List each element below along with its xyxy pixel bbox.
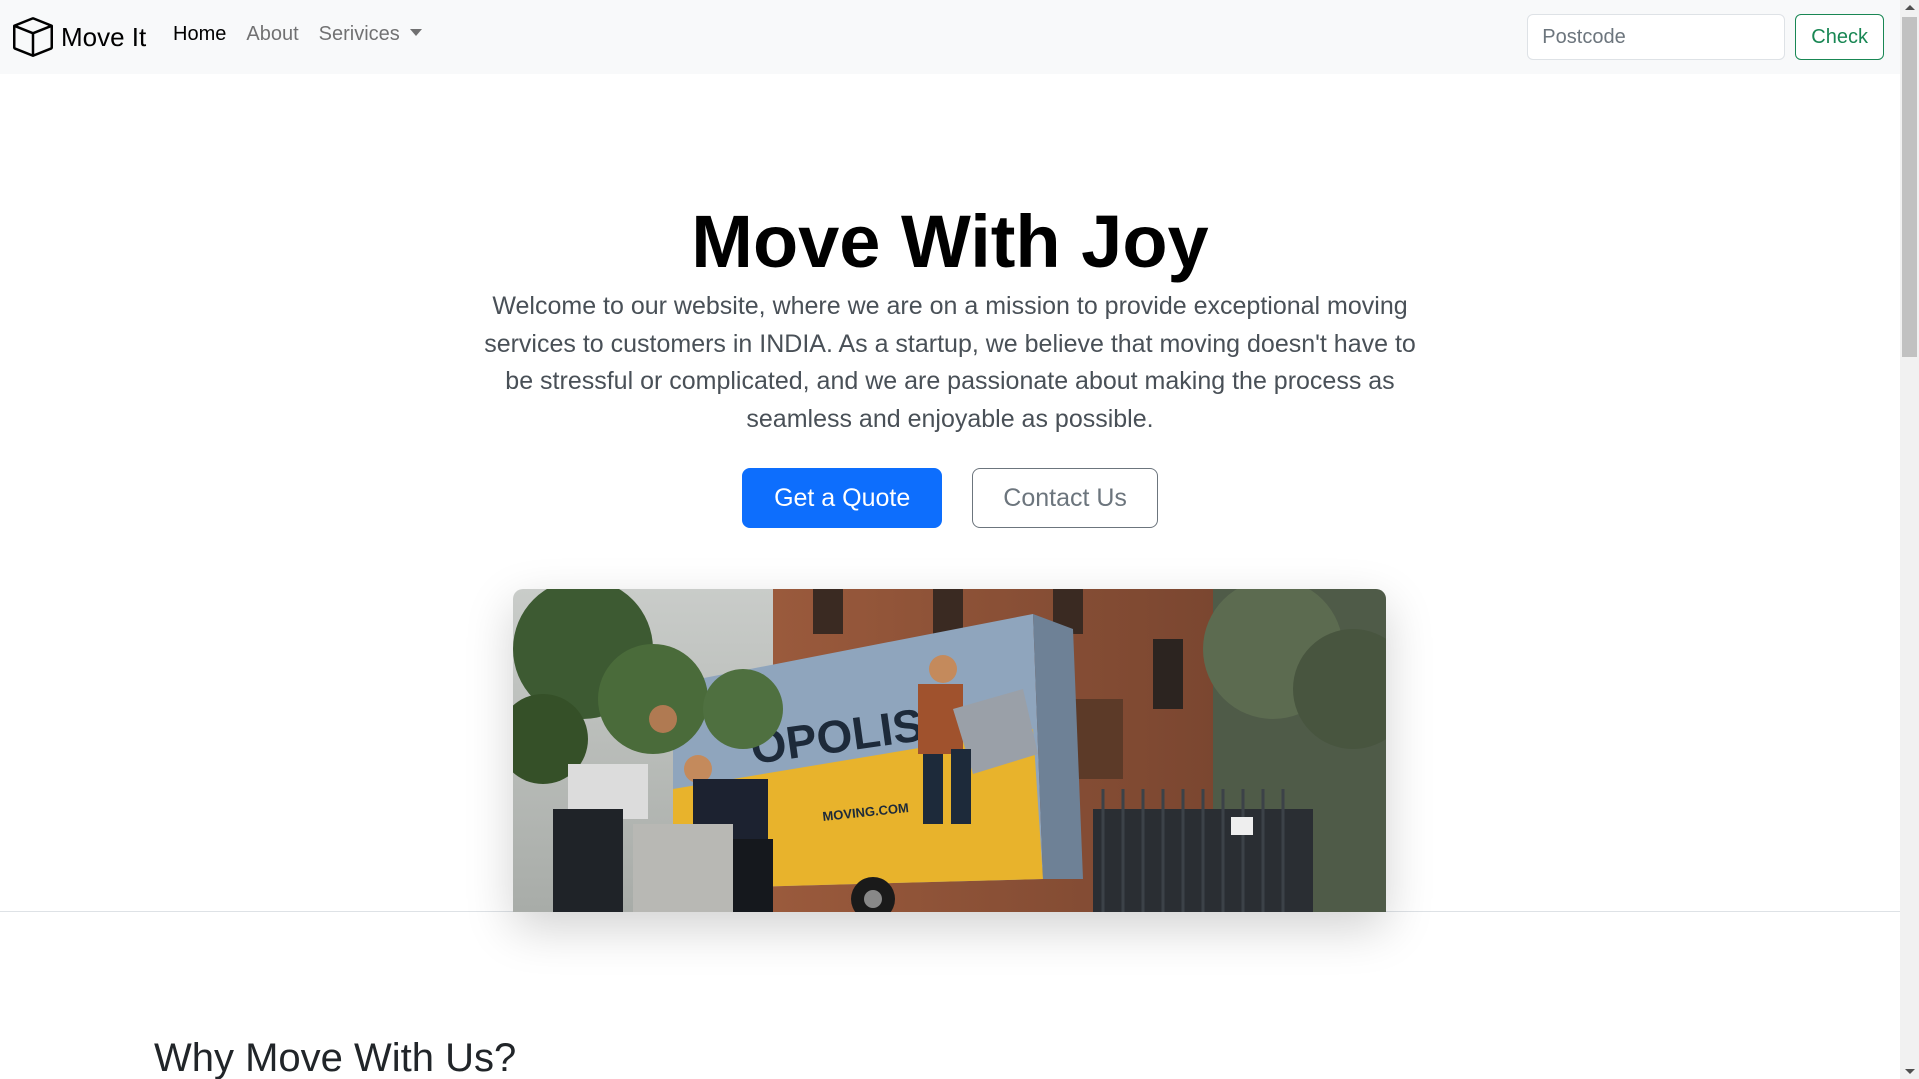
why-section-title: Why Move With Us? [154, 1036, 517, 1079]
nav-about-link[interactable]: About [246, 23, 298, 46]
navbar: Move It Home About Serivices Check [0, 0, 1900, 74]
nav-links: Home About Serivices [173, 23, 422, 46]
moving-truck-photo: OPOLIS MOVING.COM [513, 589, 1386, 912]
browser-viewport: Move It Home About Serivices Check Move … [0, 0, 1919, 1079]
brand-name: Move It [61, 22, 147, 52]
hero-buttons: Get a Quote Contact Us [0, 468, 1900, 528]
hero-section: Move With Joy Welcome to our website, wh… [0, 74, 1900, 912]
box-icon [13, 17, 53, 57]
nav-services-dropdown[interactable]: Serivices [319, 23, 422, 46]
caret-down-icon [409, 29, 422, 36]
postcode-input[interactable] [1527, 14, 1786, 60]
hero-lead: Welcome to our website, where we are on … [484, 292, 1416, 433]
hero-title: Move With Joy [691, 200, 1209, 283]
scroll-up-arrow-icon[interactable] [1905, 5, 1915, 10]
brand-link[interactable]: Move It [13, 17, 146, 57]
check-button[interactable]: Check [1795, 14, 1884, 60]
hero-image: OPOLIS MOVING.COM [513, 589, 1386, 912]
nav-services-label: Serivices [318, 23, 400, 45]
postcode-form: Check [1527, 14, 1884, 60]
contact-us-button[interactable]: Contact Us [972, 468, 1158, 528]
get-quote-button[interactable]: Get a Quote [742, 468, 943, 528]
nav-home-link[interactable]: Home [173, 23, 226, 46]
scroll-thumb[interactable] [1902, 17, 1917, 357]
page: Move It Home About Serivices Check Move … [0, 0, 1900, 1079]
scroll-down-arrow-icon[interactable] [1905, 1069, 1915, 1074]
page-scrollbar[interactable] [1900, 0, 1919, 1079]
